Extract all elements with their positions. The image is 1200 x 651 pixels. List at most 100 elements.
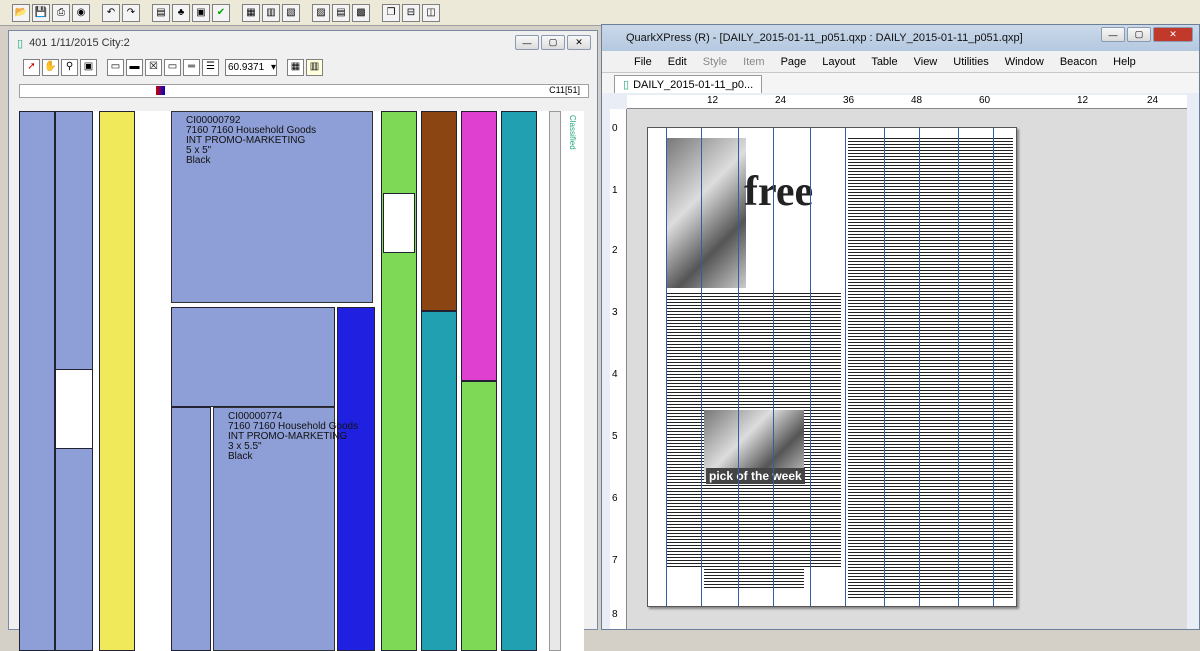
redo-icon[interactable]: ↷ (122, 3, 140, 22)
ruler-label: 5 (612, 431, 618, 442)
column-guide (810, 128, 846, 606)
hand-icon[interactable]: ✋ (42, 58, 59, 76)
print-icon[interactable]: ⎙ (52, 3, 70, 22)
column-guide (666, 128, 702, 606)
white-block[interactable] (383, 193, 415, 253)
column-block[interactable] (381, 111, 417, 651)
color-icon[interactable]: ◉ (72, 3, 90, 22)
zoom-icon[interactable]: ⚲ (61, 58, 78, 76)
page-icon[interactable]: ▧ (282, 3, 300, 22)
window-split-icon[interactable]: ⊟ (402, 3, 420, 22)
main-toolbar: 📂 💾 ⎙ ◉ ↶ ↷ ▤ ♣ ▣ ✔ ▦ ▥ ▧ ▨ ▤ ▩ ❐ ⊟ ◫ (0, 0, 1200, 26)
ad-block[interactable]: CI00000774 7160 7160 Household Goods INT… (213, 407, 358, 651)
menu-style[interactable]: Style (703, 56, 727, 68)
ruler-label: 0 (612, 123, 618, 134)
column-block[interactable] (337, 307, 375, 651)
column-block[interactable] (461, 111, 497, 381)
ad-tool-icon[interactable]: ▭ (107, 58, 124, 76)
tab-bar: ▯ DAILY_2015-01-11_p0... (602, 73, 1199, 93)
block-tool-icon[interactable]: ▬ (126, 58, 143, 76)
open-icon[interactable]: 📂 (12, 3, 30, 22)
doc-edit-icon[interactable]: ▨ (312, 3, 330, 22)
ad-color: Black (228, 451, 253, 462)
vertical-scrollbar[interactable] (549, 111, 561, 651)
vertical-ruler: 0 1 2 3 4 5 6 7 8 (610, 109, 627, 629)
ruler-label: 24 (775, 95, 787, 106)
maximize-button[interactable]: ▢ (1127, 27, 1151, 42)
layout-check-icon[interactable]: ▣ (192, 3, 210, 22)
menu-file[interactable]: File (634, 56, 652, 68)
text-tool-icon[interactable]: ☰ (202, 58, 219, 76)
menu-item[interactable]: Item (743, 56, 764, 68)
menu-utilities[interactable]: Utilities (953, 56, 988, 68)
column-block[interactable] (99, 111, 135, 651)
save-icon[interactable]: 💾 (32, 3, 50, 22)
menu-help[interactable]: Help (1113, 56, 1136, 68)
menu-layout[interactable]: Layout (822, 56, 855, 68)
ruler-label: 7 (612, 555, 618, 566)
minimize-button[interactable]: — (515, 35, 539, 50)
menu-bar: File Edit Style Item Page Layout Table V… (602, 51, 1199, 73)
check-icon[interactable]: ✔ (212, 3, 230, 22)
pointer-icon[interactable]: ➚ (23, 58, 40, 76)
column-block[interactable] (421, 311, 457, 651)
grid-icon[interactable]: ▦ (242, 3, 260, 22)
column-block[interactable] (461, 381, 497, 651)
color-view-icon[interactable]: ▥ (306, 58, 323, 76)
doc-list-icon[interactable]: ▤ (332, 3, 350, 22)
menu-edit[interactable]: Edit (668, 56, 687, 68)
column-guide (884, 128, 920, 606)
column-block[interactable] (171, 307, 335, 407)
column-block[interactable] (421, 111, 457, 311)
marker-icon (156, 86, 165, 95)
tab-label: DAILY_2015-01-11_p0... (633, 78, 754, 91)
ruler-label: 1 (612, 185, 618, 196)
rule-tool-icon[interactable]: ═ (183, 58, 200, 76)
column-block[interactable] (501, 111, 537, 651)
columns-icon[interactable]: ▥ (262, 3, 280, 22)
close-button[interactable]: ✕ (1153, 27, 1193, 42)
tree-icon[interactable]: ♣ (172, 3, 190, 22)
ad-advertiser: INT PROMO-MARKETING (186, 135, 306, 146)
window-tile-icon[interactable]: ◫ (422, 3, 440, 22)
ruler-label: 24 (1147, 95, 1159, 106)
layout-canvas: CI00000792 7160 7160 Household Goods INT… (19, 111, 584, 651)
white-block[interactable] (55, 369, 93, 449)
maximize-button[interactable]: ▢ (541, 35, 565, 50)
undo-icon[interactable]: ↶ (102, 3, 120, 22)
document-icon[interactable]: ▤ (152, 3, 170, 22)
column-guide (958, 128, 994, 606)
horizontal-ruler: 12 24 36 48 60 12 24 (627, 95, 1187, 109)
menu-beacon[interactable]: Beacon (1060, 56, 1097, 68)
doc-ad-icon[interactable]: ▩ (352, 3, 370, 22)
menu-view[interactable]: View (914, 56, 938, 68)
menu-page[interactable]: Page (781, 56, 807, 68)
column-block[interactable] (171, 407, 211, 651)
tab-document[interactable]: ▯ DAILY_2015-01-11_p0... (614, 75, 763, 93)
menu-window[interactable]: Window (1005, 56, 1044, 68)
side-label: Classified (568, 115, 577, 150)
crossbox-tool-icon[interactable]: ☒ (145, 58, 162, 76)
layout-window-title: 401 1/11/2015 City:2 (29, 37, 130, 49)
document-icon: ▯ (623, 79, 630, 91)
ruler-label: 6 (612, 493, 618, 504)
tool-icon[interactable]: ▣ (80, 58, 97, 76)
zoom-select[interactable]: 60.9371 ▾ (225, 58, 277, 76)
grid-view-icon[interactable]: ▦ (287, 58, 304, 76)
ad-block[interactable]: CI00000792 7160 7160 Household Goods INT… (171, 111, 373, 303)
document-page[interactable]: free pick of the week (647, 127, 1017, 607)
menu-table[interactable]: Table (871, 56, 897, 68)
ad-color: Black (186, 155, 211, 166)
column-header-label: C11[51] (549, 85, 580, 95)
doc-icon: ▯ (17, 37, 24, 50)
minimize-button[interactable]: — (1101, 27, 1125, 42)
ruler-label: 12 (707, 95, 719, 106)
close-button[interactable]: ✕ (567, 35, 591, 50)
quark-window-title: QuarkXPress (R) - [DAILY_2015-01-11_p051… (626, 32, 1023, 44)
ruler-label: 8 (612, 609, 618, 620)
ruler-label: 4 (612, 369, 618, 380)
window-cascade-icon[interactable]: ❐ (382, 3, 400, 22)
column-block[interactable] (19, 111, 55, 651)
frame-tool-icon[interactable]: ▭ (164, 58, 181, 76)
column-guide (738, 128, 774, 606)
